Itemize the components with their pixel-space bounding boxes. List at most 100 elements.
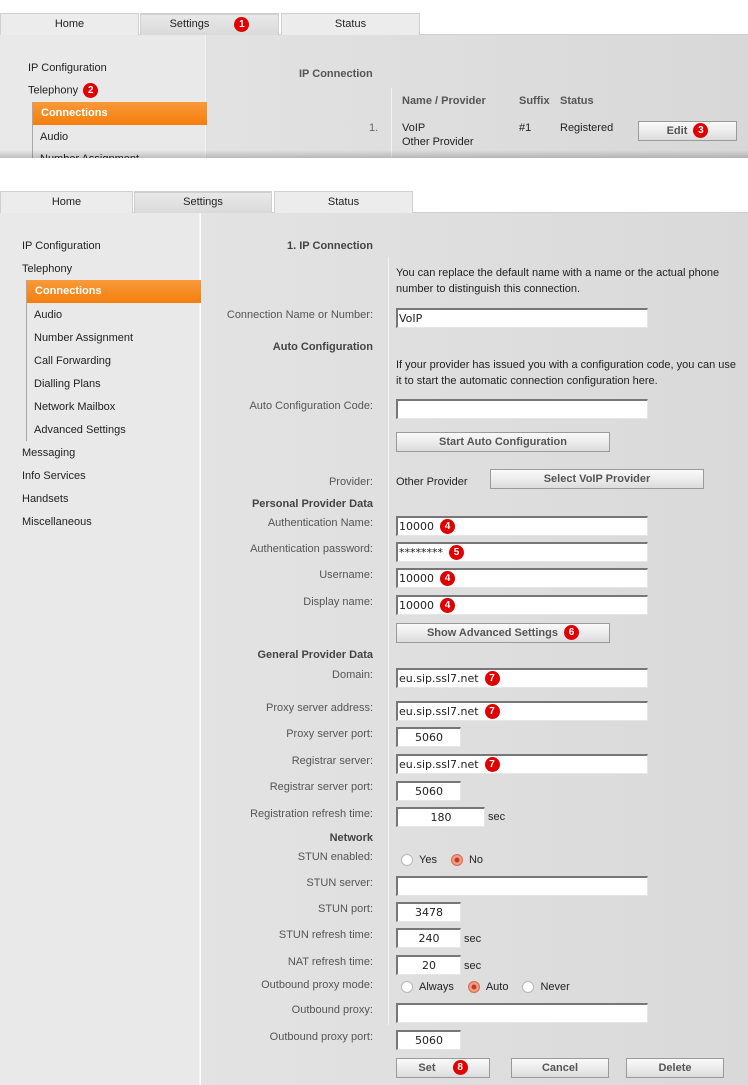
input-value: 5060 bbox=[415, 785, 443, 798]
registration-refresh-input[interactable]: 180 bbox=[396, 807, 485, 827]
registrar-port-input[interactable]: 5060 bbox=[396, 781, 461, 801]
proxy-port-input[interactable]: 5060 bbox=[396, 727, 461, 747]
tab-home[interactable]: Home bbox=[0, 13, 139, 35]
button-label: Set bbox=[418, 1062, 436, 1074]
stun-enabled-label: STUN enabled: bbox=[297, 851, 373, 863]
outbound-always-label[interactable]: Always bbox=[419, 981, 454, 993]
connection-name-note: You can replace the default name with a … bbox=[396, 267, 720, 295]
stun-no-label[interactable]: No bbox=[469, 854, 483, 866]
sidebar-subitem-number-assignment[interactable]: Number Assignment bbox=[34, 332, 133, 344]
sidebar-item-ip-configuration[interactable]: IP Configuration bbox=[28, 62, 107, 74]
sidebar: IP Configuration Telephony Connections A… bbox=[0, 213, 208, 1085]
provider-label: Provider: bbox=[328, 476, 373, 488]
auto-config-note: If your provider has issued you with a c… bbox=[396, 359, 736, 387]
registration-refresh-unit: sec bbox=[488, 811, 506, 823]
domain-input[interactable]: eu.sip.ssl7.net 7 bbox=[396, 668, 648, 688]
row-index: 1. bbox=[369, 122, 379, 134]
stun-refresh-input[interactable]: 240 bbox=[396, 928, 461, 948]
connection-edit-screen: Home Settings Status IP Configuration Te… bbox=[0, 191, 748, 1085]
outbound-always-radio[interactable] bbox=[401, 981, 413, 993]
registrar-server-input[interactable]: eu.sip.ssl7.net 7 bbox=[396, 754, 648, 774]
input-value: 5060 bbox=[415, 731, 443, 744]
username-input[interactable]: 10000 4 bbox=[396, 568, 648, 588]
network-section-title: Network bbox=[329, 832, 373, 844]
tab-settings-label: Settings bbox=[169, 18, 210, 30]
sidebar-item-telephony[interactable]: Telephony 2 bbox=[28, 83, 99, 98]
sidebar-item-label: Call Forwarding bbox=[34, 355, 112, 367]
top-body: IP Configuration Telephony 2 Connections… bbox=[0, 35, 748, 158]
outbound-auto-label[interactable]: Auto bbox=[486, 981, 509, 993]
sidebar-subitem-connections[interactable]: Connections bbox=[33, 102, 214, 125]
auto-config-code-label: Auto Configuration Code: bbox=[249, 400, 373, 412]
sidebar-item-ip-configuration[interactable]: IP Configuration bbox=[22, 240, 101, 252]
step-badge-2: 2 bbox=[83, 83, 99, 98]
column-name-provider: Name / Provider bbox=[402, 95, 486, 107]
stun-yes-radio[interactable] bbox=[401, 854, 413, 866]
outbound-proxy-input[interactable] bbox=[396, 1003, 648, 1023]
tab-status[interactable]: Status bbox=[281, 13, 420, 35]
sidebar-subitem-connections[interactable]: Connections bbox=[27, 280, 208, 303]
input-value: eu.sip.ssl7.net bbox=[399, 672, 479, 685]
input-value: ******** bbox=[399, 546, 443, 559]
sidebar-subitem-audio[interactable]: Audio bbox=[34, 309, 62, 321]
tab-bar: Home Settings Status bbox=[0, 191, 748, 213]
stun-server-label: STUN server: bbox=[306, 877, 373, 889]
outbound-never-label[interactable]: Never bbox=[540, 981, 569, 993]
sidebar-item-miscellaneous[interactable]: Miscellaneous bbox=[22, 516, 92, 528]
sidebar-item-telephony[interactable]: Telephony bbox=[22, 263, 72, 275]
delete-button[interactable]: Delete bbox=[626, 1058, 724, 1078]
sidebar-subitem-dialling-plans[interactable]: Dialling Plans bbox=[34, 378, 101, 390]
sidebar-subitem-call-forwarding[interactable]: Call Forwarding bbox=[34, 355, 111, 367]
auto-config-code-input[interactable] bbox=[396, 399, 648, 419]
outbound-port-input[interactable]: 5060 bbox=[396, 1030, 461, 1050]
sidebar-item-label: IP Configuration bbox=[28, 62, 107, 74]
display-name-input[interactable]: 10000 4 bbox=[396, 595, 648, 615]
stun-no-radio[interactable] bbox=[450, 854, 463, 866]
sidebar-item-handsets[interactable]: Handsets bbox=[22, 493, 68, 505]
sidebar-item-info-services[interactable]: Info Services bbox=[22, 470, 86, 482]
overview-divider bbox=[391, 88, 392, 158]
stun-server-input[interactable] bbox=[396, 876, 648, 896]
sidebar-item-label: Advanced Settings bbox=[34, 424, 126, 436]
sidebar-item-label: Handsets bbox=[22, 493, 69, 505]
registration-refresh-label: Registration refresh time: bbox=[250, 808, 373, 820]
auth-name-input[interactable]: 10000 4 bbox=[396, 516, 648, 536]
connection-name-input[interactable]: VoIP bbox=[396, 308, 648, 328]
proxy-address-label: Proxy server address: bbox=[266, 702, 373, 714]
domain-label: Domain: bbox=[332, 669, 373, 681]
tab-home[interactable]: Home bbox=[0, 191, 133, 213]
input-value: 5060 bbox=[415, 1034, 443, 1047]
outbound-mode-label: Outbound proxy mode: bbox=[261, 979, 373, 991]
outbound-never-radio[interactable] bbox=[522, 981, 535, 993]
select-voip-provider-button[interactable]: Select VoIP Provider bbox=[490, 469, 704, 489]
screenshot-cut-shadow bbox=[0, 150, 748, 158]
registrar-server-label: Registrar server: bbox=[291, 755, 373, 767]
tab-status[interactable]: Status bbox=[274, 191, 413, 213]
sidebar-subitem-advanced-settings[interactable]: Advanced Settings bbox=[34, 424, 126, 436]
input-value: VoIP bbox=[399, 312, 423, 325]
sidebar-subitem-audio[interactable]: Audio bbox=[40, 131, 68, 143]
sidebar-subitem-network-mailbox[interactable]: Network Mailbox bbox=[34, 401, 115, 413]
nat-refresh-input[interactable]: 20 bbox=[396, 955, 461, 975]
stun-port-input[interactable]: 3478 bbox=[396, 902, 461, 922]
outbound-auto-radio[interactable] bbox=[467, 981, 480, 993]
step-badge-5: 5 bbox=[449, 544, 464, 560]
tab-settings[interactable]: Settings bbox=[134, 191, 272, 213]
form-label-column: 1. IP Connection Connection Name or Numb… bbox=[201, 213, 373, 1085]
edit-button[interactable]: Edit 3 bbox=[638, 121, 737, 141]
tab-status-label: Status bbox=[327, 196, 360, 208]
stun-yes-label[interactable]: Yes bbox=[419, 854, 437, 866]
sidebar-item-messaging[interactable]: Messaging bbox=[22, 447, 75, 459]
tab-settings[interactable]: Settings 1 bbox=[140, 13, 279, 35]
set-button[interactable]: Set 8 bbox=[396, 1058, 490, 1078]
step-badge-1: 1 bbox=[234, 16, 250, 32]
show-advanced-settings-button[interactable]: Show Advanced Settings 6 bbox=[396, 623, 610, 643]
cancel-button[interactable]: Cancel bbox=[511, 1058, 609, 1078]
start-auto-config-button[interactable]: Start Auto Configuration bbox=[396, 432, 610, 452]
stun-port-label: STUN port: bbox=[317, 903, 373, 915]
auth-password-input[interactable]: ******** 5 bbox=[396, 542, 648, 562]
sidebar-item-label: Miscellaneous bbox=[22, 516, 92, 528]
input-value: 3478 bbox=[415, 906, 443, 919]
proxy-address-input[interactable]: eu.sip.ssl7.net 7 bbox=[396, 701, 648, 721]
step-badge-7: 7 bbox=[484, 703, 500, 719]
